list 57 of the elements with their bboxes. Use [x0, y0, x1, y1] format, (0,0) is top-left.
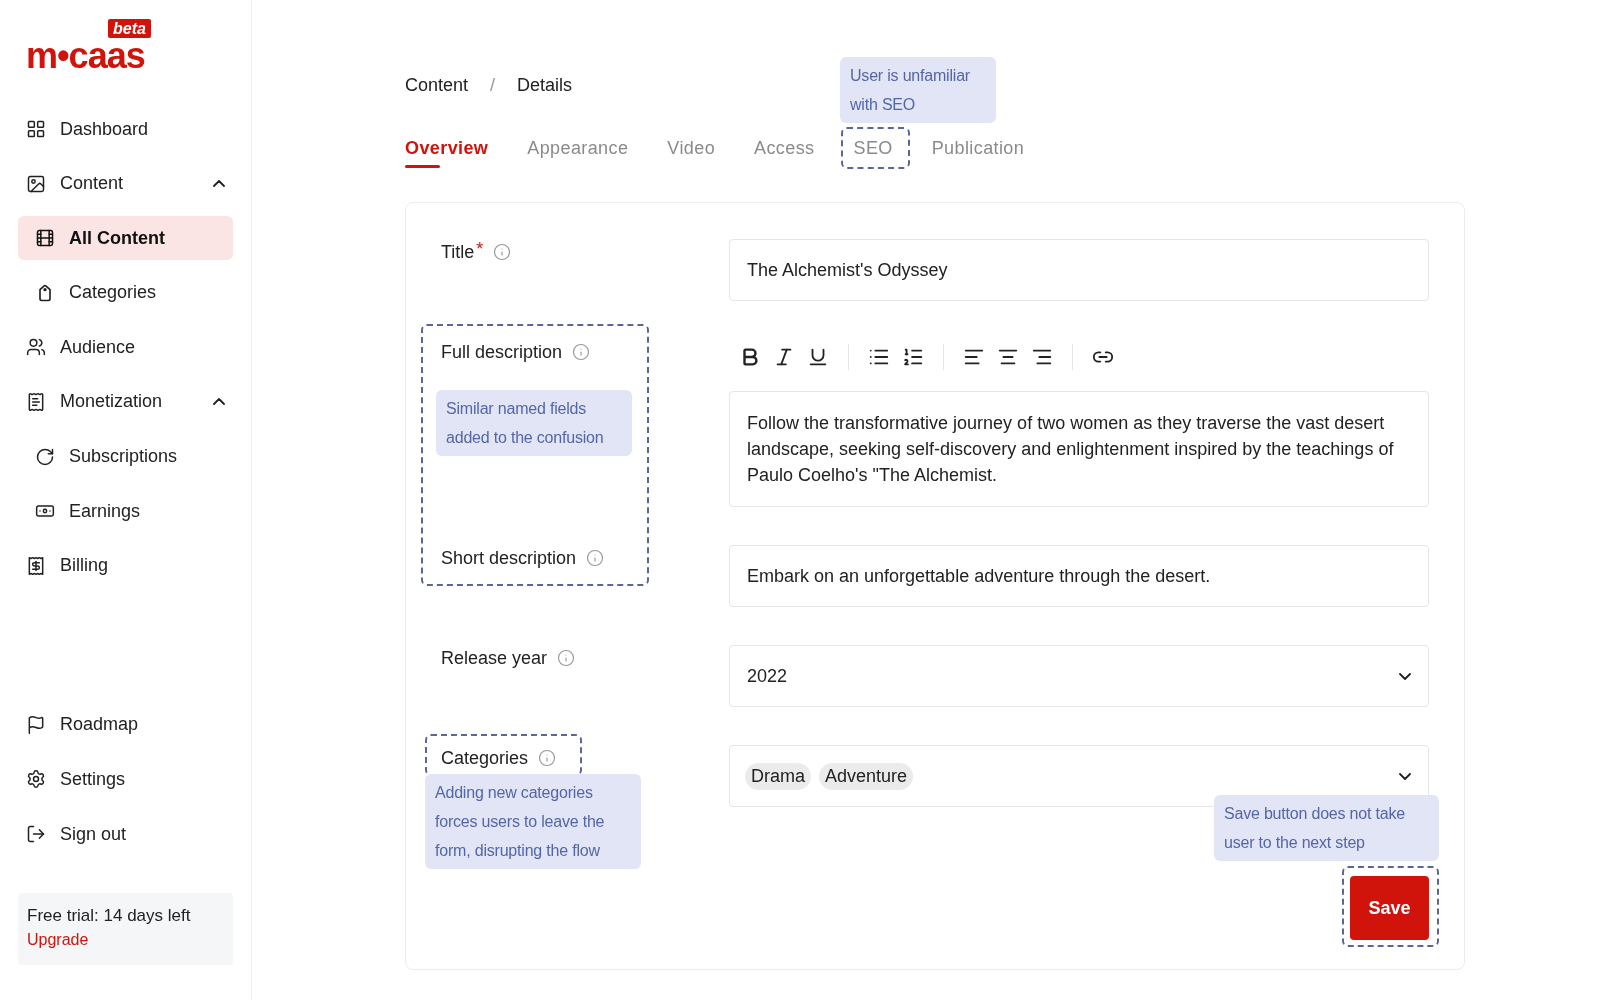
settings-icon — [26, 769, 46, 790]
field-label: Categories — [441, 747, 529, 769]
film-icon — [35, 228, 55, 249]
trial-text: Free trial: 14 days left — [27, 905, 192, 927]
breadcrumb-separator: / — [490, 74, 496, 97]
info-icon — [538, 749, 557, 767]
category-tag: Adventure — [819, 762, 914, 790]
text-field[interactable]: The Alchemist's Odyssey — [729, 239, 1429, 301]
highlight-frame — [841, 127, 910, 169]
nav-item[interactable]: Earnings — [18, 489, 233, 534]
category-tag: Drama — [745, 762, 811, 790]
flag-icon — [26, 714, 46, 735]
select-field[interactable]: 2022 — [729, 645, 1429, 707]
sign-out-icon — [26, 824, 46, 844]
select-field[interactable]: Drama Adventure — [729, 745, 1429, 807]
text-field[interactable]: Embark on an unforgettable adventure through the desert. — [729, 545, 1429, 607]
info-icon — [572, 343, 591, 361]
tab[interactable]: Overview — [405, 136, 489, 168]
image-icon — [26, 173, 46, 194]
description-field[interactable]: Follow the transformative journey of two women as they traverse the vast desert landscape, seeking self-discovery and enlightenment inspired by the teachings of Paulo Coelho's "The Alchemist. — [729, 391, 1429, 507]
nav-item[interactable]: Dashboard — [18, 107, 233, 151]
nav-item[interactable]: Audience — [18, 325, 233, 370]
refresh-icon — [35, 446, 55, 467]
save-button[interactable]: Save — [1350, 876, 1429, 940]
nav-item[interactable]: Settings — [18, 757, 233, 802]
receipt-icon — [26, 555, 46, 576]
info-icon — [586, 549, 605, 567]
nav-item[interactable]: Billing — [18, 543, 233, 588]
grid-icon — [26, 119, 46, 139]
breadcrumb-item[interactable]: Content — [405, 70, 469, 100]
nav-item[interactable]: Roadmap — [18, 702, 233, 747]
nav-item[interactable]: Categories — [18, 270, 233, 315]
logo: m•caas — [26, 37, 145, 75]
nav-item[interactable]: All Content — [18, 216, 233, 261]
info-icon — [493, 243, 512, 261]
required-mark: * — [476, 239, 484, 260]
nav-item[interactable]: Content — [18, 161, 233, 206]
annotation-note: Save button does not take user to the next step — [1214, 795, 1439, 861]
tab[interactable]: Access — [754, 136, 815, 168]
upgrade-link[interactable]: Upgrade — [27, 931, 89, 948]
chevron-down-icon — [1399, 772, 1411, 780]
field-label: Short description — [441, 547, 577, 569]
nav-item[interactable]: Monetization — [18, 379, 233, 424]
nav-item[interactable]: Subscriptions — [18, 434, 233, 479]
chevron-down-icon — [1399, 672, 1411, 680]
receipt-icon — [26, 391, 46, 412]
nav-item[interactable]: Sign out — [18, 812, 233, 856]
annotation-note: Adding new categories forces users to leave the form, disrupting the flow — [425, 774, 641, 869]
annotation-note: User is unfamiliar with SEO — [840, 57, 996, 123]
field-label: Title — [441, 241, 475, 263]
field-label: Full description — [441, 341, 563, 363]
breadcrumb-item[interactable]: Details — [517, 70, 573, 100]
beta-badge: beta — [108, 19, 151, 38]
field-label: Release year — [441, 647, 548, 669]
annotation-note: Similar named fields added to the confusion — [436, 390, 632, 456]
people-icon — [26, 337, 46, 358]
info-icon — [557, 649, 576, 667]
